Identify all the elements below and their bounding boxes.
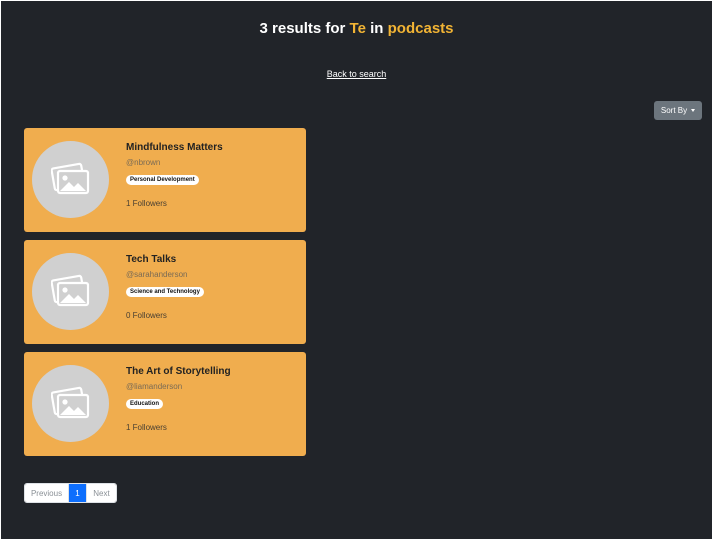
next-page-button[interactable]: Next — [86, 484, 116, 502]
results-heading: 3 results for Te in podcasts — [1, 20, 712, 37]
page-frame: 3 results for Te in podcasts Back to sea… — [1, 1, 712, 539]
podcast-title: Tech Talks — [126, 254, 177, 265]
search-query: Te — [349, 20, 366, 37]
podcast-card[interactable]: Mindfulness Matters @nbrown Personal Dev… — [24, 128, 306, 232]
category-badge: Education — [126, 399, 164, 409]
page-1-button[interactable]: 1 — [69, 484, 86, 502]
followers-count: 0 Followers — [126, 311, 167, 320]
podcast-title: Mindfulness Matters — [126, 142, 223, 153]
podcast-handle: @liamanderson — [126, 382, 183, 391]
previous-page-button[interactable]: Previous — [25, 484, 69, 502]
followers-count: 1 Followers — [126, 199, 167, 208]
podcast-avatar — [32, 253, 109, 330]
back-to-search-link[interactable]: Back to search — [327, 69, 387, 79]
pagination: Previous 1 Next — [24, 483, 117, 503]
sort-by-button[interactable]: Sort By — [654, 101, 702, 120]
category-badge: Science and Technology — [126, 287, 204, 297]
in-text: in — [370, 20, 384, 37]
followers-count: 1 Followers — [126, 423, 167, 432]
results-count-text: 3 results for — [259, 20, 346, 37]
back-link-container: Back to search — [1, 64, 712, 82]
image-placeholder-icon — [50, 386, 89, 418]
podcast-card[interactable]: The Art of Storytelling @liamanderson Ed… — [24, 352, 306, 456]
podcast-card[interactable]: Tech Talks @sarahanderson Science and Te… — [24, 240, 306, 344]
category-badge: Personal Development — [126, 175, 199, 185]
search-category: podcasts — [387, 20, 454, 37]
podcast-handle: @sarahanderson — [126, 270, 188, 279]
image-placeholder-icon — [50, 274, 89, 306]
podcast-title: The Art of Storytelling — [126, 366, 231, 377]
caret-down-icon — [691, 109, 696, 112]
podcast-avatar — [32, 365, 109, 442]
image-placeholder-icon — [50, 162, 89, 194]
sort-by-label: Sort By — [660, 106, 688, 115]
podcast-avatar — [32, 141, 109, 218]
podcast-handle: @nbrown — [126, 158, 161, 167]
